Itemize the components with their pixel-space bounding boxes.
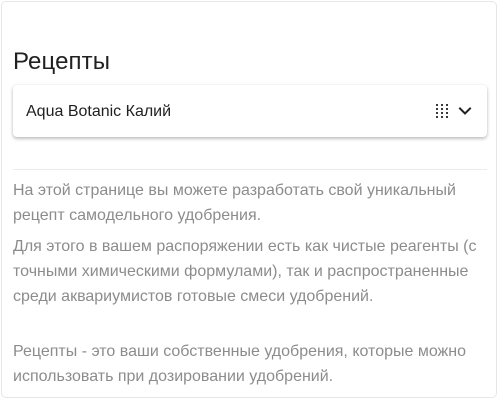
description-paragraph-1: На этой странице вы можете разработать с… (13, 182, 456, 224)
grid-dots-icon[interactable] (436, 104, 448, 118)
description-paragraph-3: Рецепты - это ваши собственные удобрения… (13, 343, 466, 385)
description-paragraph-2: Для этого в вашем распоряжении есть как … (13, 238, 477, 305)
recipe-select-value: Aqua Botanic Калий (26, 103, 172, 120)
page-title: Рецепты (13, 48, 111, 76)
chevron-down-icon[interactable] (458, 105, 472, 117)
divider (13, 169, 487, 170)
recipes-card: Рецепты Aqua Botanic Калий На этой стран… (1, 1, 497, 398)
recipe-select[interactable]: Aqua Botanic Калий (13, 85, 487, 137)
